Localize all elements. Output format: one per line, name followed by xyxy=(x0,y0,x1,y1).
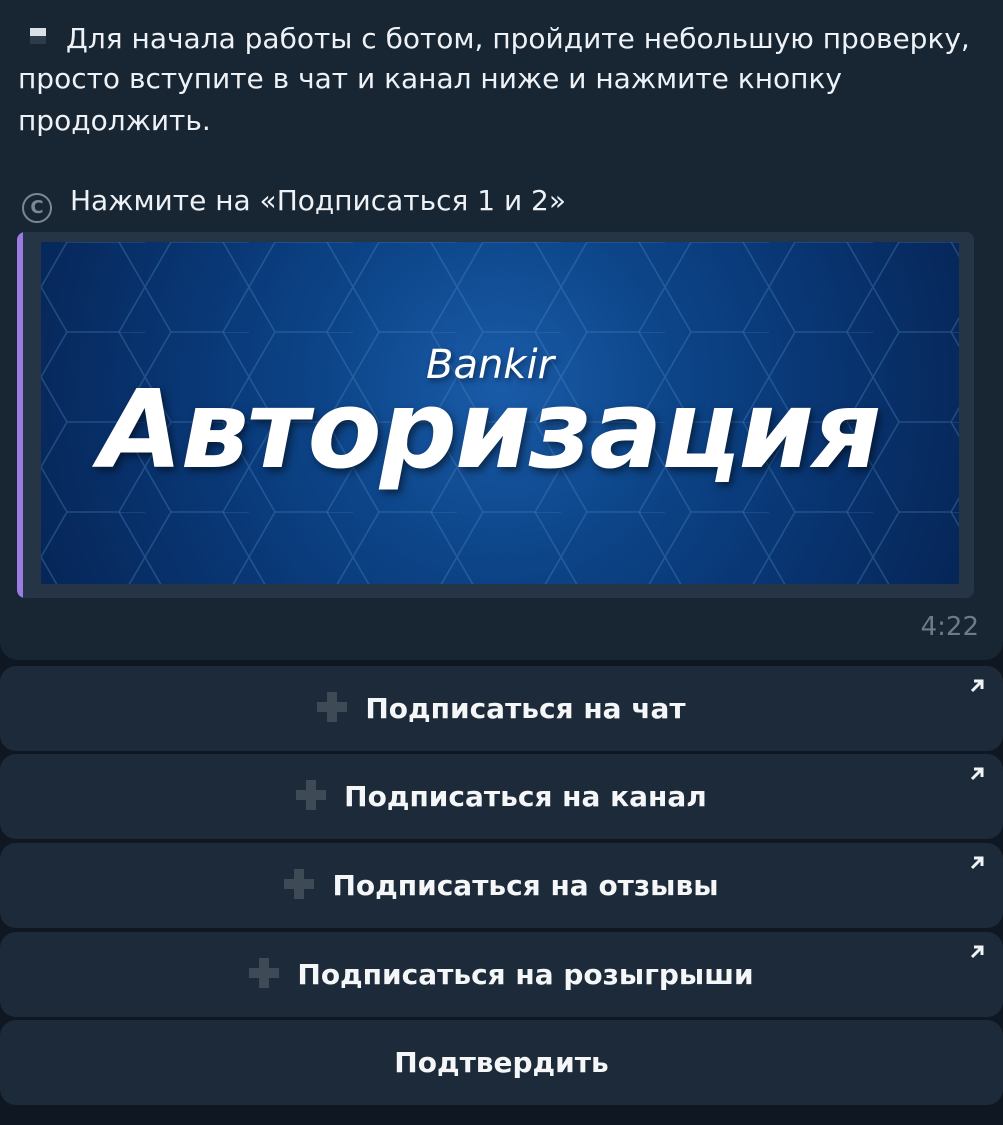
plus-icon xyxy=(296,780,327,810)
confirm-button[interactable]: Подтвердить xyxy=(0,1020,1003,1105)
button-label: Подтвердить xyxy=(394,1046,609,1079)
message-text-2: просто вступите в чат и канал ниже и наж… xyxy=(18,62,842,95)
plus-icon xyxy=(317,692,348,722)
message-text-3: продолжить. xyxy=(18,104,211,137)
message-line-1: Для начала работы с ботом, пройдите небо… xyxy=(18,18,970,60)
note-text: Нажмите на «Подписаться 1 и 2» xyxy=(70,184,567,217)
button-label: Подписаться на розыгрыши xyxy=(297,958,754,991)
message-note: C Нажмите на «Подписаться 1 и 2» xyxy=(18,180,566,223)
black-square-icon xyxy=(30,28,46,44)
external-link-arrow-icon xyxy=(970,679,984,693)
button-label: Подписаться на канал xyxy=(344,780,707,813)
link-preview[interactable]: Bankir Авторизация xyxy=(17,232,974,598)
copyright-icon: C xyxy=(22,193,52,223)
bot-message-bubble: Для начала работы с ботом, пройдите небо… xyxy=(0,0,1003,660)
subscribe-giveaways-button[interactable]: Подписаться на розыгрыши xyxy=(0,932,1003,1017)
external-link-arrow-icon xyxy=(970,856,984,870)
button-label: Подписаться на чат xyxy=(365,692,686,725)
subscribe-chat-button[interactable]: Подписаться на чат xyxy=(0,666,1003,751)
preview-accent-bar xyxy=(17,232,23,598)
message-time: 4:22 xyxy=(920,612,979,642)
plus-icon xyxy=(284,869,315,899)
message-text-1: Для начала работы с ботом, пройдите небо… xyxy=(66,22,970,55)
external-link-arrow-icon xyxy=(970,767,984,781)
plus-icon xyxy=(249,958,280,988)
subscribe-channel-button[interactable]: Подписаться на канал xyxy=(0,754,1003,839)
preview-banner-image[interactable]: Bankir Авторизация xyxy=(41,242,959,584)
subscribe-reviews-button[interactable]: Подписаться на отзывы xyxy=(0,843,1003,928)
external-link-arrow-icon xyxy=(970,945,984,959)
banner-title: Авторизация xyxy=(99,368,881,493)
button-label: Подписаться на отзывы xyxy=(332,869,719,902)
